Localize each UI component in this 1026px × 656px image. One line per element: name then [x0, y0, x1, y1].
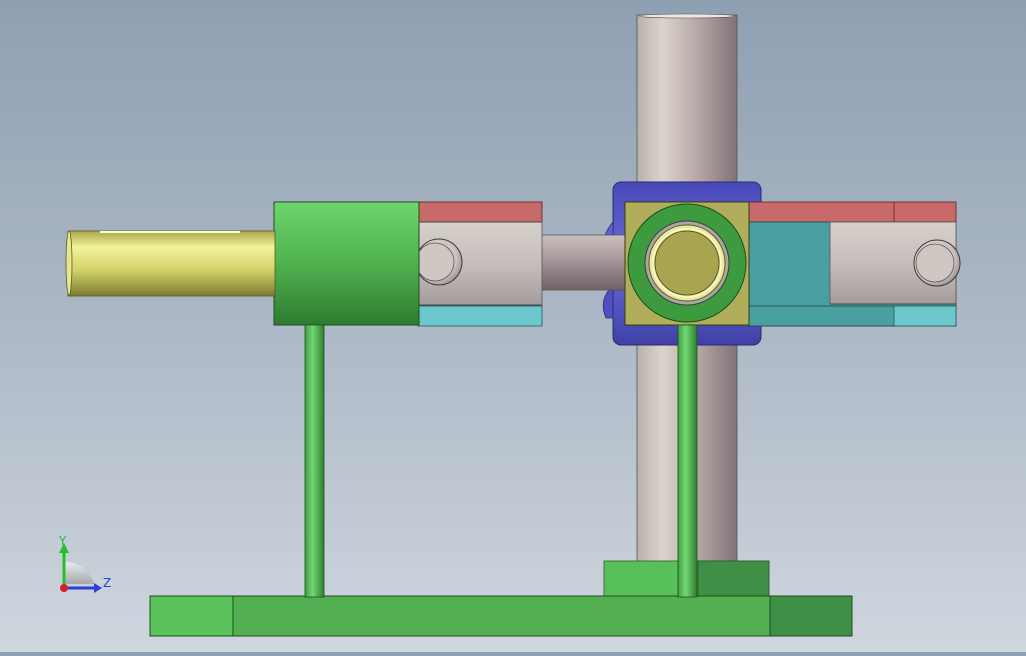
right-pin-icon — [913, 239, 961, 287]
left-pin-icon — [415, 238, 463, 286]
base-plate — [149, 595, 853, 637]
triad-x-axis — [60, 584, 68, 592]
assembly-view: Y Z — [58, 13, 961, 637]
triad-y-label: Y — [58, 534, 67, 548]
cad-viewport[interactable]: Y Z — [0, 0, 1026, 652]
triad-z-arrow — [94, 583, 102, 593]
triad-z-label: Z — [103, 576, 111, 590]
left-support-post — [304, 324, 325, 598]
green-cylinder — [273, 201, 420, 326]
coordinate-triad: Y Z — [58, 534, 111, 593]
yellow-shaft — [65, 230, 276, 297]
center-block — [624, 201, 750, 326]
connecting-rod — [540, 234, 630, 291]
right-support-post — [677, 324, 698, 598]
